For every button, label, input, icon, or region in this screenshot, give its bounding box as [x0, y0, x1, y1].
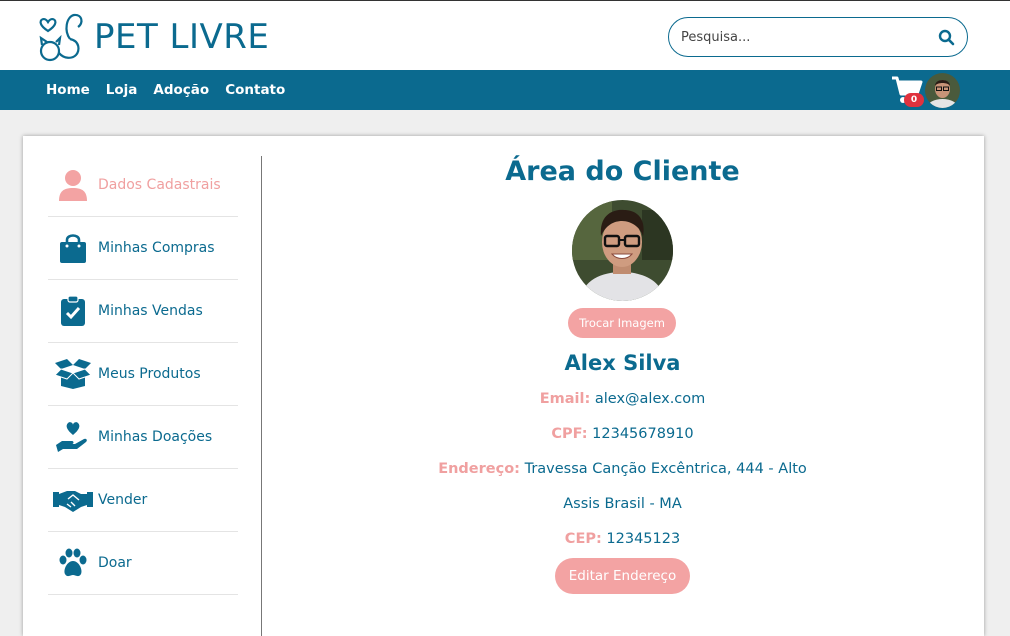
sidebar-item-doar[interactable]: Doar [48, 532, 238, 595]
cart-count-badge: 0 [904, 93, 924, 107]
user-avatar[interactable] [925, 73, 960, 108]
open-box-icon [54, 359, 92, 389]
sidebar-item-dados-cadastrais[interactable]: Dados Cadastrais [48, 154, 238, 217]
header: PET LIVRE [0, 0, 1010, 70]
client-name: Alex Silva [564, 351, 681, 375]
profile-image [572, 200, 673, 301]
pet-logo-icon [39, 13, 83, 62]
nav-adocao[interactable]: Adoção [153, 82, 209, 98]
change-image-button[interactable]: Trocar Imagem [568, 308, 676, 338]
sidebar-item-label: Meus Produtos [98, 366, 201, 382]
cpf-row: CPF: 12345678910 [285, 426, 960, 442]
client-area-card: Dados Cadastrais Minhas Compras Minhas V… [23, 136, 984, 636]
paw-icon [59, 548, 87, 577]
search-box[interactable] [668, 17, 968, 57]
sidebar-item-label: Minhas Vendas [98, 303, 203, 319]
email-label: Email: [539, 391, 591, 407]
cpf-label: CPF: [551, 426, 588, 442]
sidebar-item-vender[interactable]: Vender [48, 469, 238, 532]
email-value: alex@alex.com [594, 391, 706, 407]
nav-bar: Home Loja Adoção Contato [0, 70, 1010, 110]
address-line2: Assis Brasil - MA [563, 496, 682, 512]
clipboard-check-icon [61, 295, 85, 326]
sidebar-item-label: Dados Cadastrais [98, 177, 221, 193]
address-line1: Travessa Canção Excêntrica, 444 - Alto [524, 461, 807, 477]
sidebar-item-minhas-vendas[interactable]: Minhas Vendas [48, 280, 238, 343]
handshake-icon [53, 491, 93, 512]
edit-address-button[interactable]: Editar Endereço [555, 558, 690, 594]
search-icon[interactable] [938, 29, 955, 46]
sidebar-divider [261, 156, 262, 636]
sidebar-item-minhas-doacoes[interactable]: Minhas Doações [48, 406, 238, 469]
client-sidebar: Dados Cadastrais Minhas Compras Minhas V… [48, 154, 238, 595]
hand-heart-icon [56, 422, 87, 452]
brand-name: PET LIVRE [94, 17, 270, 57]
sidebar-item-label: Vender [98, 492, 148, 508]
logo[interactable]: PET LIVRE [36, 11, 269, 63]
sidebar-item-label: Doar [98, 555, 132, 571]
page-title: Área do Cliente [505, 156, 740, 187]
nav-loja[interactable]: Loja [106, 82, 138, 98]
sidebar-item-minhas-compras[interactable]: Minhas Compras [48, 217, 238, 280]
profile-photo [572, 200, 673, 301]
sidebar-item-label: Minhas Compras [98, 240, 215, 256]
nav-contato[interactable]: Contato [225, 82, 285, 98]
shopping-bag-icon [60, 234, 86, 263]
nav-home[interactable]: Home [46, 82, 90, 98]
sidebar-item-meus-produtos[interactable]: Meus Produtos [48, 343, 238, 406]
cep-label: CEP: [564, 531, 602, 547]
address-row: Endereço: Travessa Canção Excêntrica, 44… [285, 461, 960, 477]
avatar-image [925, 73, 960, 108]
cpf-value: 12345678910 [592, 426, 694, 442]
nav-links: Home Loja Adoção Contato [46, 70, 285, 110]
cep-value: 12345123 [606, 531, 681, 547]
cep-row: CEP: 12345123 [285, 531, 960, 547]
sidebar-item-label: Minhas Doações [98, 429, 213, 445]
address-label: Endereço: [438, 461, 520, 477]
search-input[interactable] [681, 29, 938, 45]
email-row: Email: alex@alex.com [285, 391, 960, 407]
user-icon [59, 170, 87, 201]
